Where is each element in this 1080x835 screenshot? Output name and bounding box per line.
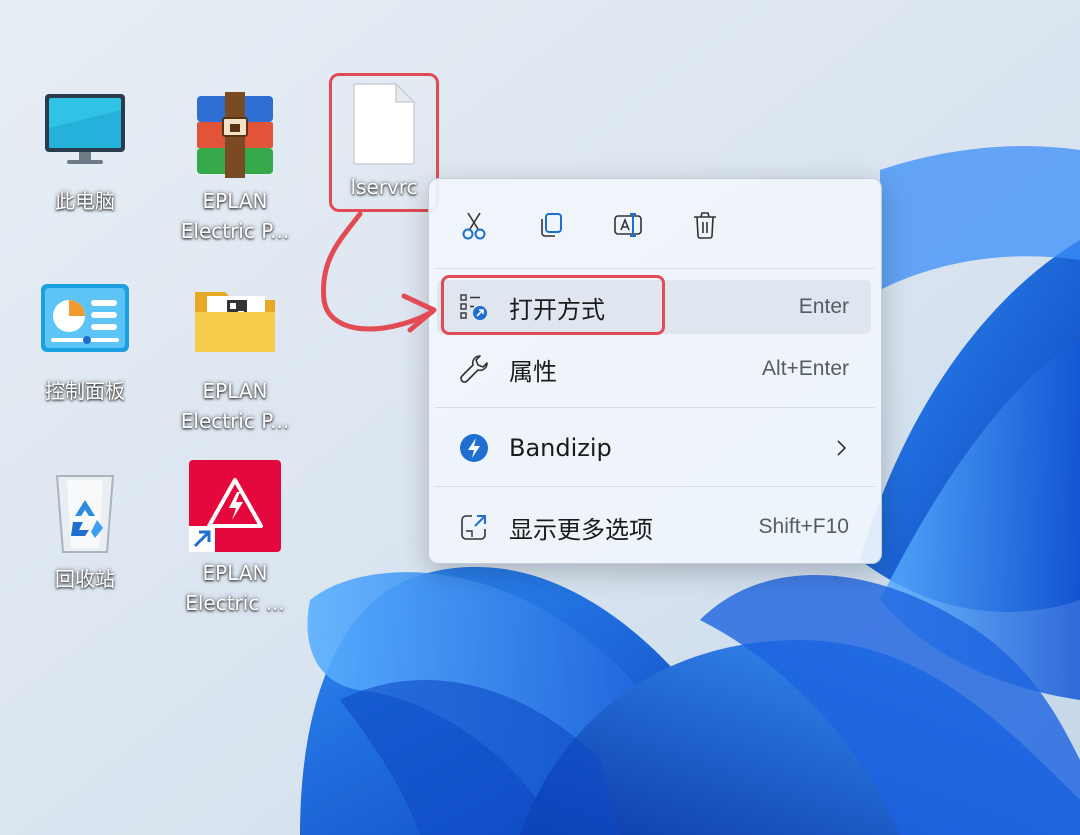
monitor-icon: [37, 88, 133, 184]
file-annotation-box: [329, 73, 439, 212]
menu-separator: [435, 407, 875, 408]
desktop-icon-label: 控制面板: [45, 379, 125, 403]
menu-separator: [435, 486, 875, 487]
delete-button[interactable]: [681, 201, 729, 249]
bandizip-icon: [457, 431, 491, 465]
menu-item-bandizip[interactable]: Bandizip: [437, 421, 871, 475]
context-menu: 打开方式 Enter 属性 Alt+Enter Bandizip 显示更多选项 …: [428, 178, 882, 564]
menu-item-label: 属性: [509, 357, 557, 386]
menu-item-shortcut: Enter: [798, 295, 849, 318]
copy-button[interactable]: [527, 201, 575, 249]
desktop-icon-eplan-folder[interactable]: EPLAN Electric P...: [165, 278, 305, 436]
desktop-icon-eplan-archive[interactable]: EPLAN Electric P...: [165, 88, 305, 246]
wrench-icon: [457, 352, 491, 386]
desktop-icon-eplan-shortcut[interactable]: EPLAN Electric ...: [165, 460, 305, 618]
desktop-icon-control-panel[interactable]: 控制面板: [15, 278, 155, 406]
menu-item-label: 显示更多选项: [509, 515, 653, 544]
menu-separator: [435, 268, 875, 269]
eplan-shortcut-icon: [187, 460, 283, 552]
rename-icon: [614, 213, 642, 237]
menu-item-properties[interactable]: 属性 Alt+Enter: [437, 342, 871, 396]
menu-item-show-more-options[interactable]: 显示更多选项 Shift+F10: [437, 500, 871, 554]
copy-icon: [541, 213, 562, 237]
desktop-icon-label: 回收站: [55, 567, 115, 591]
menu-item-label: Bandizip: [509, 434, 612, 462]
winrar-archive-icon: [187, 88, 283, 184]
cut-icon: [462, 212, 486, 240]
open-with-annotation-box: [441, 275, 665, 335]
menu-item-shortcut: Shift+F10: [758, 515, 849, 538]
folder-icon: [187, 278, 283, 374]
desktop-icon-label: EPLAN Electric P...: [180, 379, 290, 433]
chevron-right-icon: [837, 440, 847, 456]
menu-item-shortcut: Alt+Enter: [762, 357, 849, 380]
desktop-icon-label: EPLAN Electric P...: [180, 189, 290, 243]
control-panel-icon: [37, 278, 133, 374]
delete-icon: [694, 212, 716, 239]
desktop-icon-label: 此电脑: [55, 189, 115, 213]
desktop-icon-label: EPLAN Electric ...: [185, 561, 285, 615]
rename-button[interactable]: [604, 201, 652, 249]
desktop-icon-this-pc[interactable]: 此电脑: [15, 88, 155, 216]
cut-button[interactable]: [450, 201, 498, 249]
desktop-icon-recycle-bin[interactable]: 回收站: [15, 466, 155, 594]
recycle-bin-icon: [37, 466, 133, 562]
show-more-icon: [457, 510, 491, 544]
